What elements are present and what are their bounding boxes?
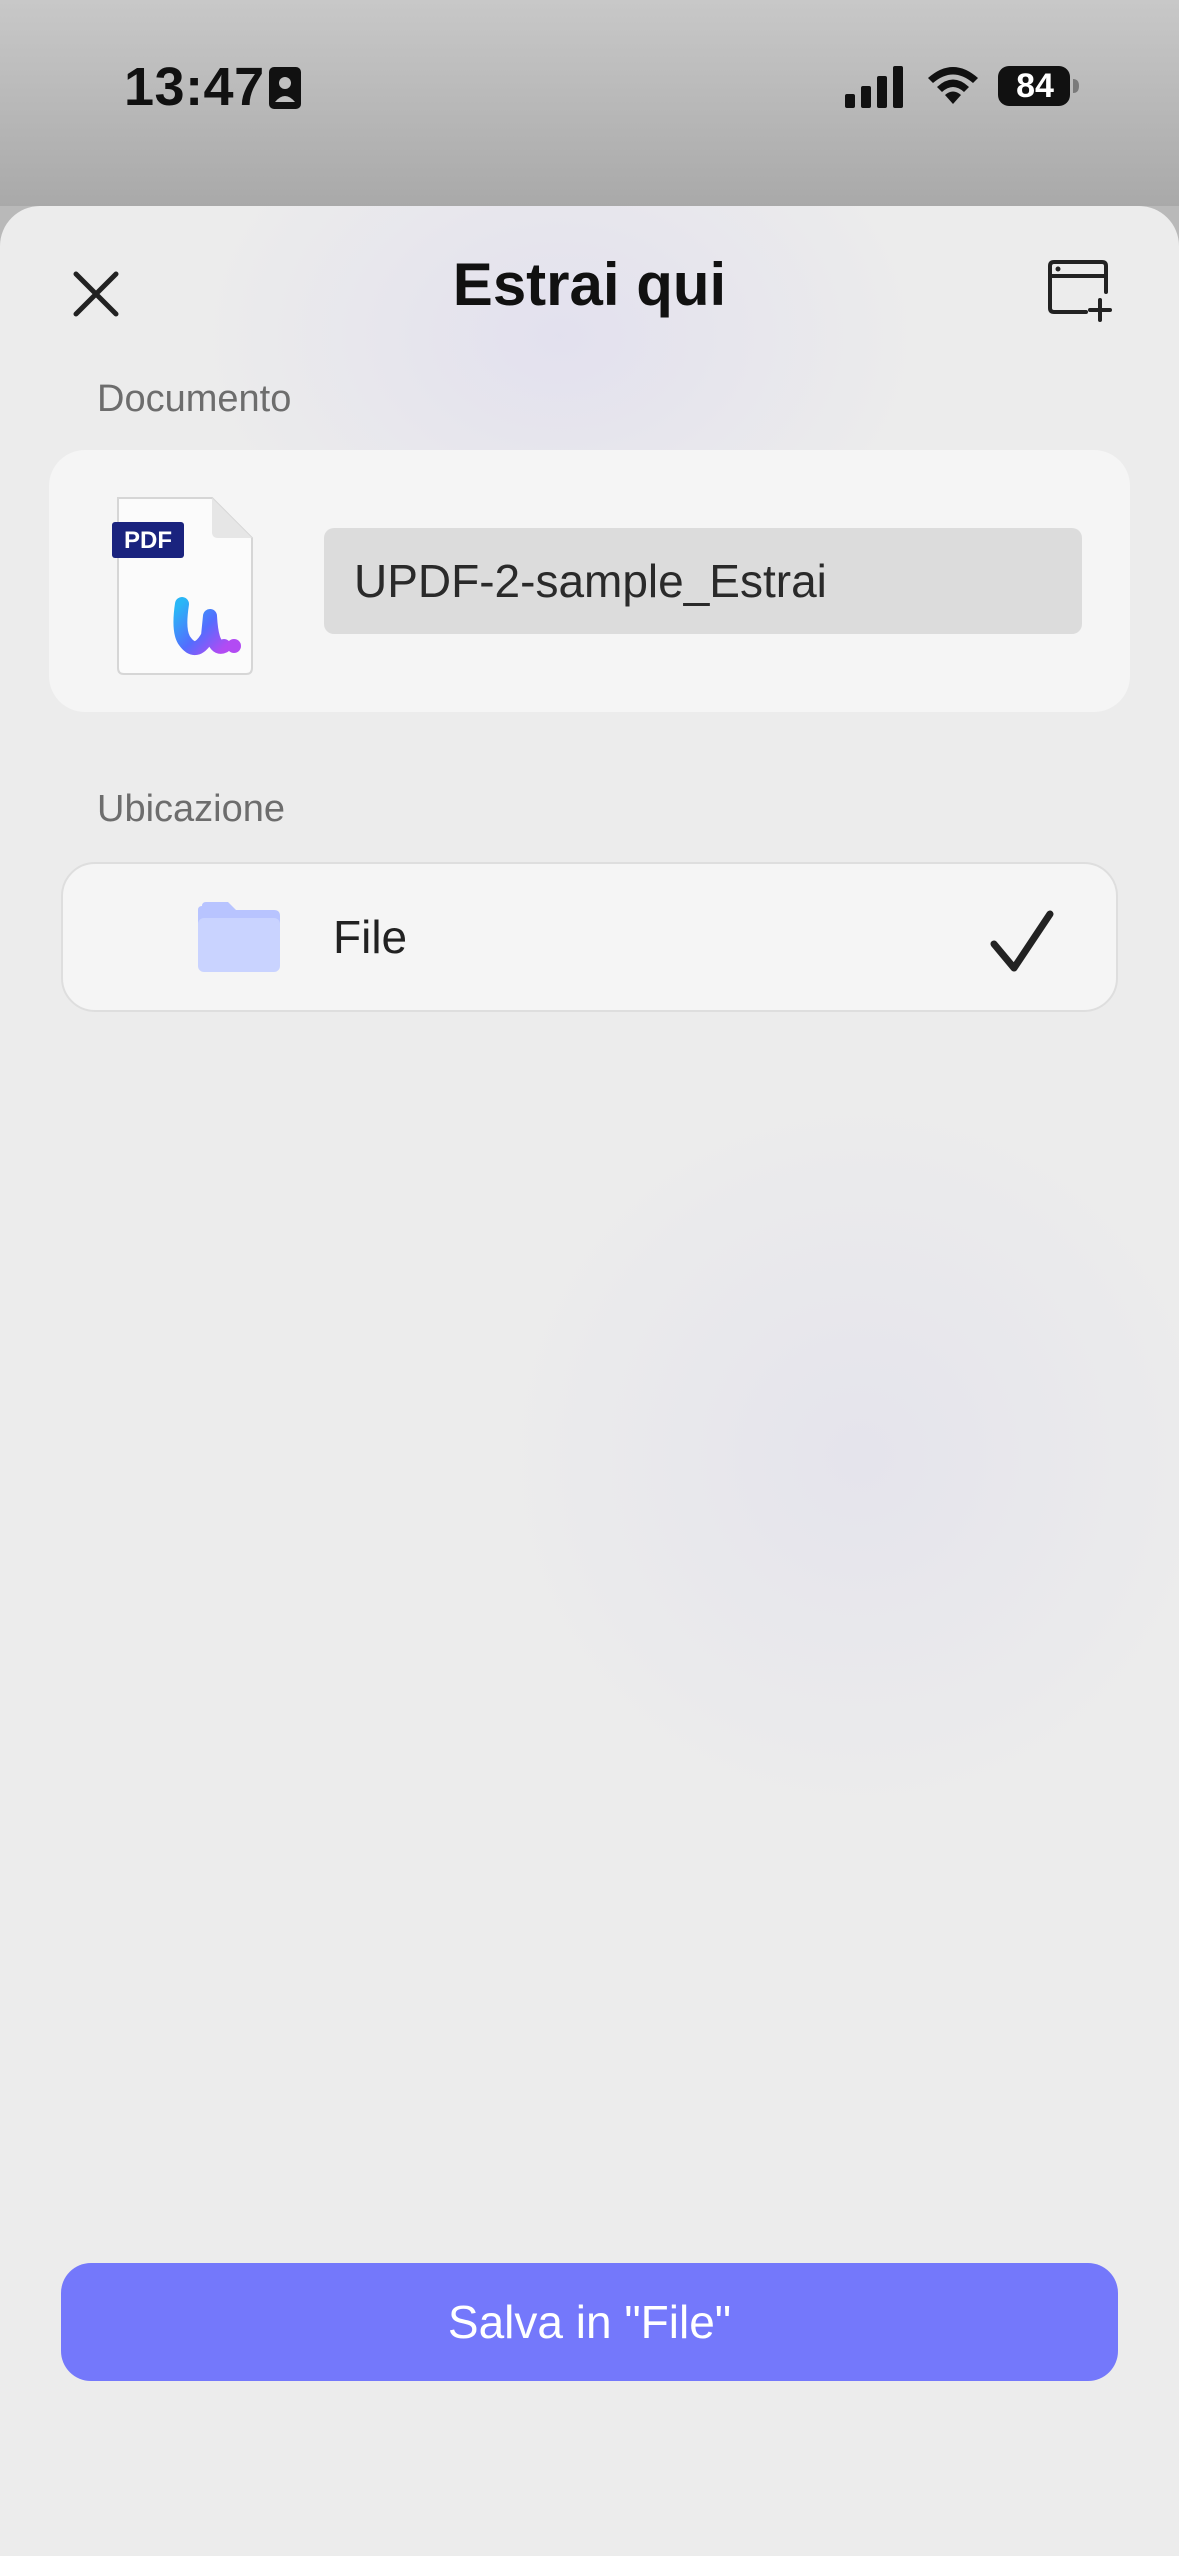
battery-level: 84 (1016, 67, 1054, 105)
new-window-icon[interactable] (1046, 258, 1114, 322)
location-section-label: Ubicazione (97, 788, 285, 830)
document-section-label: Documento (97, 378, 292, 420)
pdf-file-icon: PDF (112, 497, 253, 675)
save-button[interactable]: Salva in "File" (61, 2263, 1118, 2381)
folder-icon (198, 902, 280, 972)
sheet-title: Estrai qui (452, 251, 727, 318)
filename-input[interactable] (324, 528, 1082, 634)
wifi-icon (928, 67, 978, 104)
status-bar: 13:47 84 (0, 0, 1179, 206)
checkmark-icon (990, 910, 1054, 972)
extract-sheet: Estrai qui Documento PDF Ubicazione File (0, 206, 1179, 2556)
status-time: 13:47 (124, 57, 265, 117)
location-label: File (333, 911, 408, 963)
signal-icon (845, 66, 903, 108)
pdf-badge: PDF (124, 527, 172, 554)
id-badge-icon (269, 67, 301, 109)
